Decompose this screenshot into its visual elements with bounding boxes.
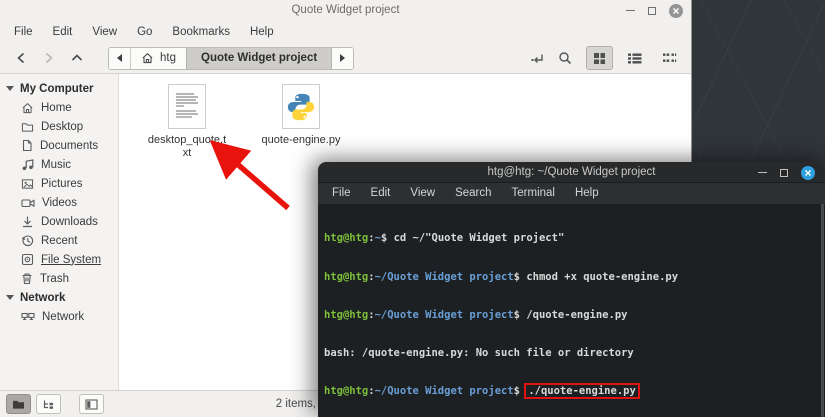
menu-go[interactable]: Go xyxy=(127,21,162,43)
menu-edit[interactable]: Edit xyxy=(361,183,401,204)
sidebar-item-videos[interactable]: Videos xyxy=(0,193,118,212)
home-icon xyxy=(22,102,33,113)
maximize-icon[interactable] xyxy=(780,168,788,177)
highlighted-command: ./quote-engine.py xyxy=(524,382,640,399)
clock-icon xyxy=(22,235,34,247)
menu-view[interactable]: View xyxy=(82,21,127,43)
expander-icon[interactable] xyxy=(6,295,14,300)
terminal-menubar: File Edit View Search Terminal Help xyxy=(318,183,825,204)
menu-file[interactable]: File xyxy=(322,183,361,204)
terminal-output[interactable]: htg@htg:~$ cd ~/"Quote Widget project" h… xyxy=(318,204,825,417)
terminal-line: htg@htg:~/Quote Widget project$ ./quote-… xyxy=(324,382,640,399)
text-file-icon xyxy=(168,84,206,129)
window-title: Quote Widget project xyxy=(291,4,400,16)
terminal-scrollbar[interactable] xyxy=(821,204,824,417)
sidebar-item-network[interactable]: Network xyxy=(0,307,118,326)
screen: Quote Widget project File Edit View Go B… xyxy=(0,0,825,417)
breadcrumb-current[interactable]: Quote Widget project xyxy=(186,47,333,69)
file-manager-titlebar[interactable]: Quote Widget project xyxy=(0,0,691,21)
network-icon xyxy=(21,312,35,320)
breadcrumb: htg Quote Widget project xyxy=(108,46,355,70)
sidebar-item-documents[interactable]: Documents xyxy=(0,136,118,155)
list-view-icon[interactable] xyxy=(621,46,648,70)
close-icon[interactable] xyxy=(669,3,683,18)
minimize-icon[interactable] xyxy=(758,171,767,174)
breadcrumb-home[interactable]: htg xyxy=(130,47,186,69)
disk-icon xyxy=(21,253,34,266)
sidebar-section-my-computer[interactable]: My Computer xyxy=(0,79,118,98)
terminal-title: htg@htg: ~/Quote Widget project xyxy=(487,166,656,178)
sidebar-item-music[interactable]: Music xyxy=(0,155,118,174)
sidebar-toggle-icon[interactable] xyxy=(79,394,104,414)
grid-view-icon[interactable] xyxy=(586,46,613,70)
sidebar-section-network[interactable]: Network xyxy=(0,288,118,307)
status-items-count: 2 items, xyxy=(275,398,316,410)
sidebar-item-file-system[interactable]: File System xyxy=(0,250,118,269)
sidebar-item-pictures[interactable]: Pictures xyxy=(0,174,118,193)
menu-edit[interactable]: Edit xyxy=(43,21,83,43)
treeview-toggle-icon[interactable] xyxy=(36,394,61,414)
terminal-line: bash: /quote-engine.py: No such file or … xyxy=(324,346,634,359)
sidebar-item-trash[interactable]: Trash xyxy=(0,269,118,288)
maximize-icon[interactable] xyxy=(648,6,656,15)
sidebar-item-downloads[interactable]: Downloads xyxy=(0,212,118,231)
terminal-line: htg@htg:~/Quote Widget project$ chmod +x… xyxy=(324,270,679,283)
places-toggle-icon[interactable] xyxy=(6,394,31,414)
music-icon xyxy=(22,159,34,171)
menu-bookmarks[interactable]: Bookmarks xyxy=(162,21,240,43)
back-icon[interactable] xyxy=(8,46,34,70)
file-label: quote-engine.py xyxy=(261,134,341,146)
close-icon[interactable] xyxy=(801,165,815,180)
sidebar-item-desktop[interactable]: Desktop xyxy=(0,117,118,136)
picture-icon xyxy=(21,178,34,189)
terminal-line: htg@htg:~/Quote Widget project$ /quote-e… xyxy=(324,308,628,321)
sidebar: My Computer Home Desktop Documents Music xyxy=(0,74,119,390)
toggle-location-entry-icon[interactable] xyxy=(524,46,550,70)
file-quote-engine-py[interactable]: quote-engine.py xyxy=(253,84,349,147)
menu-search[interactable]: Search xyxy=(445,183,501,204)
search-icon[interactable] xyxy=(552,46,578,70)
download-icon xyxy=(23,216,32,228)
forward-icon[interactable] xyxy=(36,46,62,70)
terminal-line: htg@htg:~$ cd ~/"Quote Widget project" xyxy=(324,232,565,245)
python-file-icon xyxy=(282,84,320,129)
home-icon xyxy=(142,53,153,64)
breadcrumb-home-label: htg xyxy=(160,52,176,64)
document-icon xyxy=(22,139,32,152)
folder-icon xyxy=(21,122,34,132)
sidebar-item-home[interactable]: Home xyxy=(0,98,118,117)
terminal-titlebar[interactable]: htg@htg: ~/Quote Widget project xyxy=(318,162,825,183)
up-icon[interactable] xyxy=(64,46,90,70)
breadcrumb-scroll-right-icon[interactable] xyxy=(332,47,354,69)
menu-terminal[interactable]: Terminal xyxy=(502,183,565,204)
terminal-window: htg@htg: ~/Quote Widget project File Edi… xyxy=(318,162,825,417)
sidebar-item-recent[interactable]: Recent xyxy=(0,231,118,250)
video-icon xyxy=(21,198,35,207)
compact-view-icon[interactable] xyxy=(656,46,683,70)
breadcrumb-scroll-left-icon[interactable] xyxy=(109,47,130,69)
minimize-icon[interactable] xyxy=(626,9,635,12)
file-manager-toolbar: htg Quote Widget project xyxy=(0,43,691,74)
menu-help[interactable]: Help xyxy=(565,183,609,204)
menu-file[interactable]: File xyxy=(4,21,43,43)
trash-icon xyxy=(22,273,32,285)
menu-view[interactable]: View xyxy=(400,183,445,204)
expander-icon[interactable] xyxy=(6,86,14,91)
file-desktop-quote-txt[interactable]: desktop_quote.txt xyxy=(139,84,235,160)
menu-help[interactable]: Help xyxy=(240,21,284,43)
file-label: desktop_quote.txt xyxy=(147,134,227,159)
file-manager-menubar: File Edit View Go Bookmarks Help xyxy=(0,21,691,43)
